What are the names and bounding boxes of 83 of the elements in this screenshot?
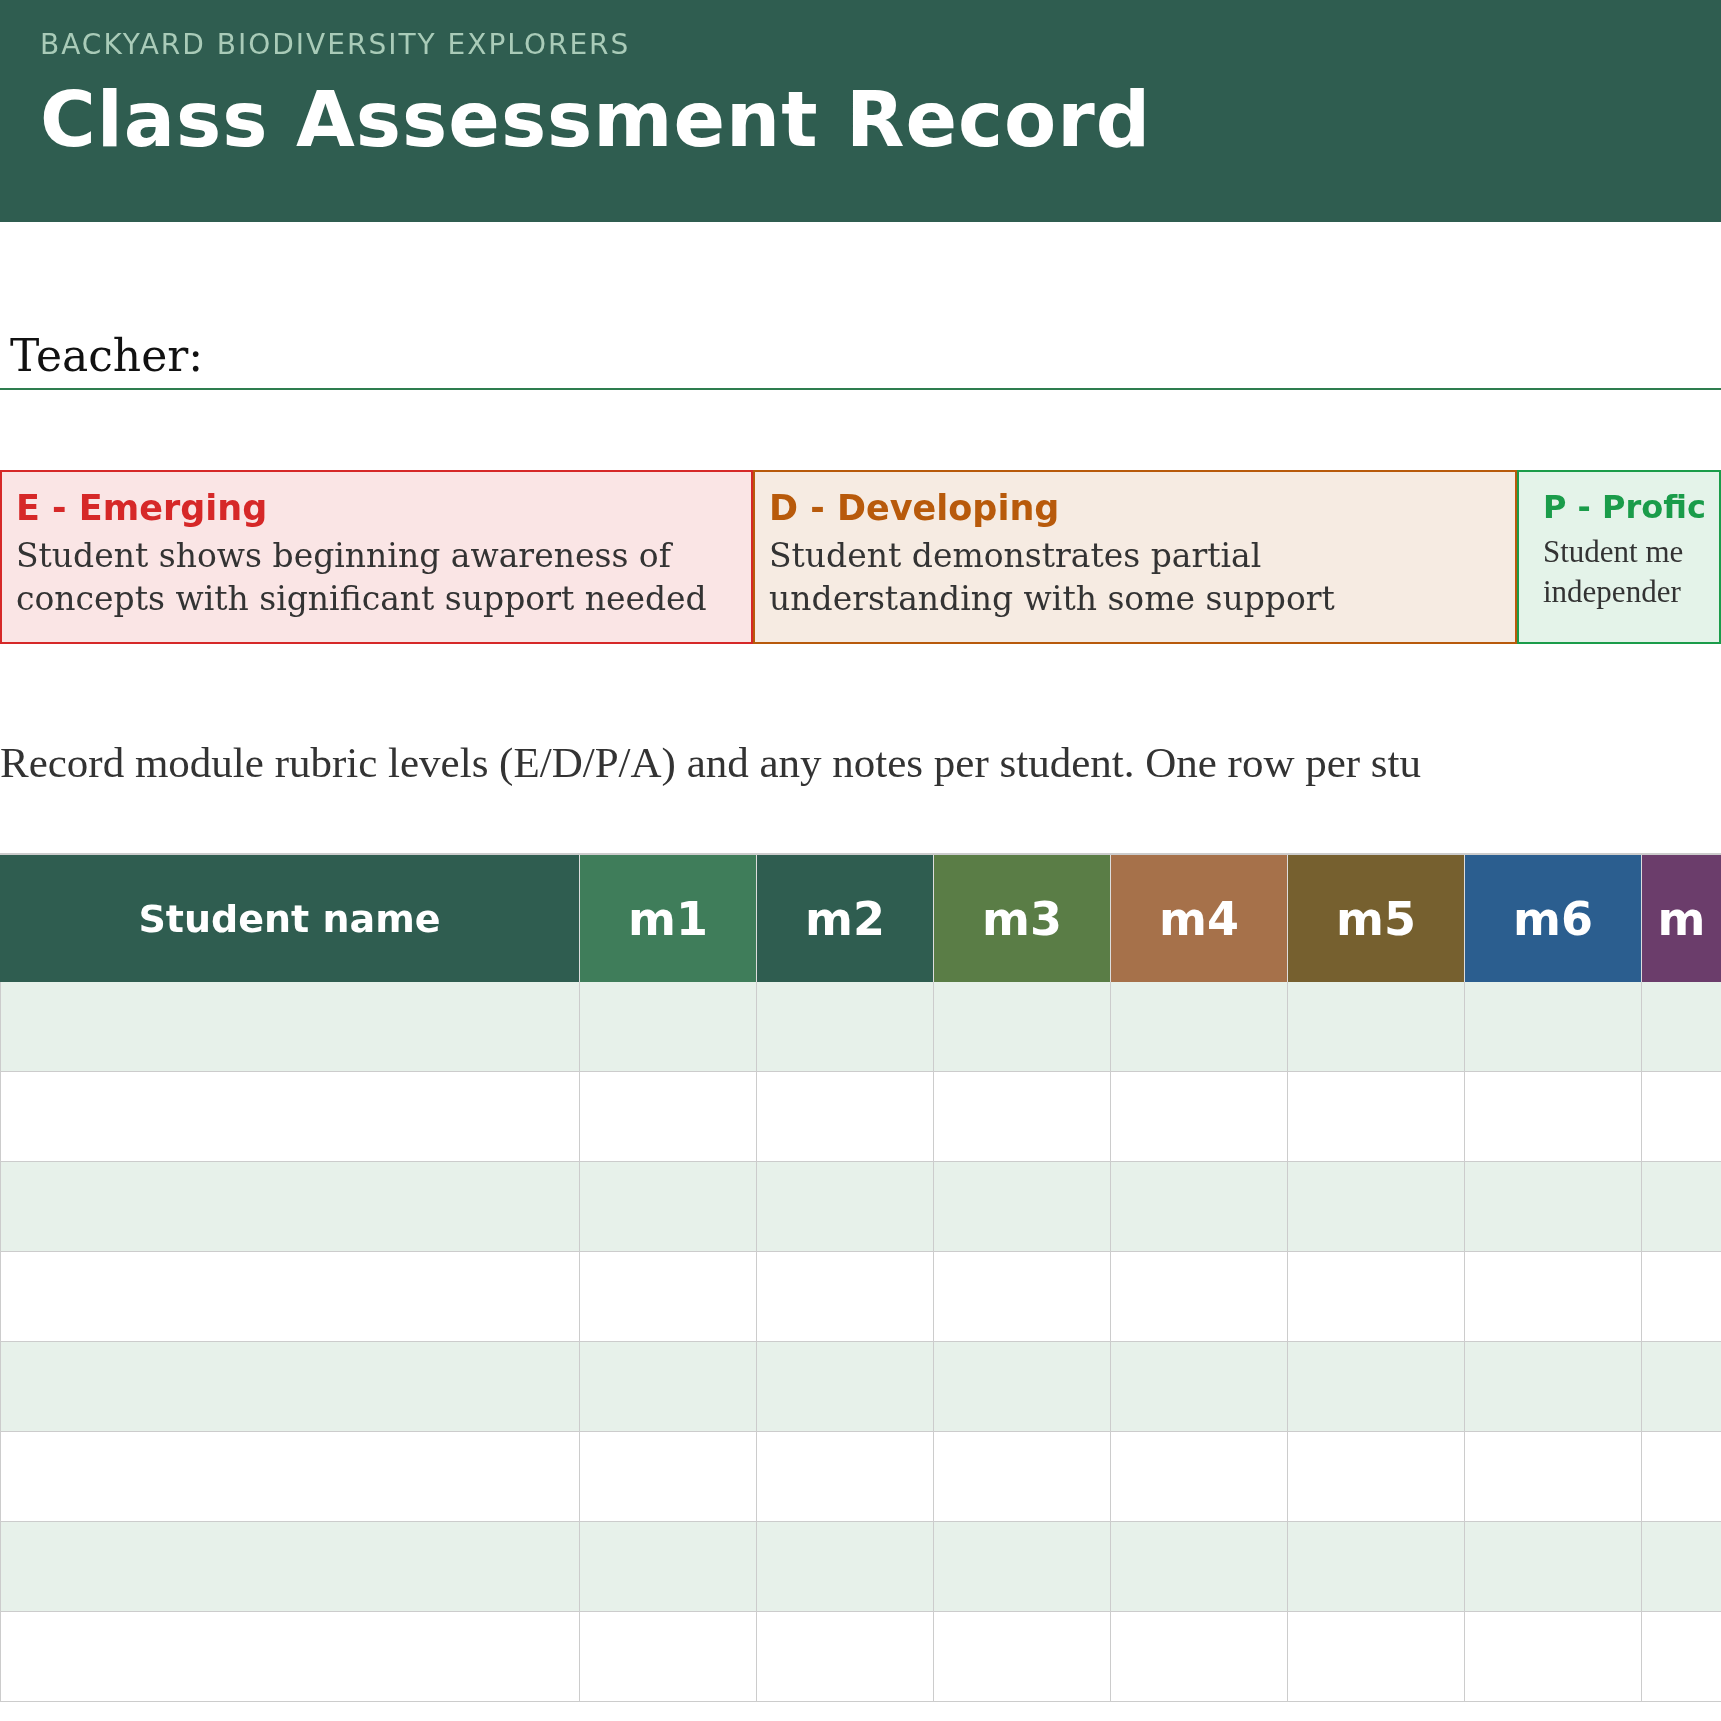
table-cell[interactable] bbox=[0, 1072, 579, 1162]
table-cell[interactable] bbox=[579, 1432, 756, 1522]
table-cell[interactable] bbox=[1641, 982, 1721, 1072]
column-header: Student name bbox=[0, 855, 579, 982]
subtitle: BACKYARD BIODIVERSITY EXPLORERS bbox=[40, 28, 632, 61]
column-header: m3 bbox=[933, 855, 1110, 982]
level-description: Student me independer bbox=[1543, 533, 1685, 611]
table-cell[interactable] bbox=[0, 1162, 579, 1252]
table-cell[interactable] bbox=[579, 1072, 756, 1162]
table-cell[interactable] bbox=[1287, 1072, 1464, 1162]
table-cell[interactable] bbox=[579, 1342, 756, 1432]
column-header: m4 bbox=[1110, 855, 1287, 982]
table-cell[interactable] bbox=[1641, 1342, 1721, 1432]
table-cell[interactable] bbox=[1110, 1252, 1287, 1342]
table-cell[interactable] bbox=[1464, 1432, 1641, 1522]
table-cell[interactable] bbox=[579, 1252, 756, 1342]
table-cell[interactable] bbox=[1464, 1162, 1641, 1252]
table-cell[interactable] bbox=[1464, 1072, 1641, 1162]
table-cell[interactable] bbox=[1110, 982, 1287, 1072]
table-cell[interactable] bbox=[756, 1162, 933, 1252]
table-cell[interactable] bbox=[1287, 1432, 1464, 1522]
table-cell[interactable] bbox=[579, 1522, 756, 1612]
table-cell[interactable] bbox=[1641, 1072, 1721, 1162]
level-title: E - Emerging bbox=[16, 488, 269, 528]
table-cell[interactable] bbox=[1287, 1162, 1464, 1252]
table-cell[interactable] bbox=[1641, 1252, 1721, 1342]
table-cell[interactable] bbox=[1110, 1522, 1287, 1612]
level-description: Student demonstrates partial understanding with some support bbox=[769, 535, 1336, 620]
table-cell[interactable] bbox=[579, 1162, 756, 1252]
table-cell[interactable] bbox=[1464, 1252, 1641, 1342]
table-cell[interactable] bbox=[933, 1162, 1110, 1252]
table-cell[interactable] bbox=[1110, 1162, 1287, 1252]
table-cell[interactable] bbox=[1287, 1252, 1464, 1342]
table-cell[interactable] bbox=[0, 1612, 579, 1702]
table-cell[interactable] bbox=[933, 1612, 1110, 1702]
table-cell[interactable] bbox=[1464, 1342, 1641, 1432]
level-title: D - Developing bbox=[769, 488, 1061, 528]
column-header: m6 bbox=[1464, 855, 1641, 982]
table-cell[interactable] bbox=[933, 1522, 1110, 1612]
table-cell[interactable] bbox=[1110, 1432, 1287, 1522]
column-header: m2 bbox=[756, 855, 933, 982]
fill-in-line[interactable] bbox=[0, 388, 1721, 390]
table-cell[interactable] bbox=[1641, 1162, 1721, 1252]
table-cell[interactable] bbox=[1287, 1342, 1464, 1432]
table-cell[interactable] bbox=[1110, 1612, 1287, 1702]
column-header: m bbox=[1641, 855, 1721, 982]
page-title: Class Assessment Record bbox=[40, 75, 1153, 164]
table-cell[interactable] bbox=[933, 1432, 1110, 1522]
table-cell[interactable] bbox=[756, 1252, 933, 1342]
level-title: P - Profic bbox=[1543, 488, 1707, 526]
table-cell[interactable] bbox=[756, 1072, 933, 1162]
column-header: m5 bbox=[1287, 855, 1464, 982]
table-cell[interactable] bbox=[1287, 1522, 1464, 1612]
table-cell[interactable] bbox=[0, 1342, 579, 1432]
table-cell[interactable] bbox=[933, 1252, 1110, 1342]
table-cell[interactable] bbox=[1287, 982, 1464, 1072]
table-cell[interactable] bbox=[1110, 1342, 1287, 1432]
table-cell[interactable] bbox=[0, 1432, 579, 1522]
table-cell[interactable] bbox=[756, 1432, 933, 1522]
table-cell[interactable] bbox=[933, 1072, 1110, 1162]
table-cell[interactable] bbox=[756, 1612, 933, 1702]
table-cell[interactable] bbox=[0, 1522, 579, 1612]
table-cell[interactable] bbox=[579, 1612, 756, 1702]
instructions-text: Record module rubric levels (E/D/P/A) and any notes per student. One row per stu bbox=[0, 738, 1423, 787]
table-cell[interactable] bbox=[756, 1522, 933, 1612]
table-cell[interactable] bbox=[1464, 982, 1641, 1072]
level-description: Student shows beginning awareness of concepts with significant support needed bbox=[16, 535, 708, 620]
table-cell[interactable] bbox=[756, 982, 933, 1072]
column-header: m1 bbox=[579, 855, 756, 982]
table-cell[interactable] bbox=[0, 982, 579, 1072]
table-cell[interactable] bbox=[1110, 1072, 1287, 1162]
table-cell[interactable] bbox=[1641, 1612, 1721, 1702]
table-cell[interactable] bbox=[933, 982, 1110, 1072]
table-cell[interactable] bbox=[1641, 1432, 1721, 1522]
teacher-label: Teacher: bbox=[10, 329, 204, 383]
table-cell[interactable] bbox=[756, 1342, 933, 1432]
table-cell[interactable] bbox=[1287, 1612, 1464, 1702]
table-cell[interactable] bbox=[1641, 1522, 1721, 1612]
table-cell[interactable] bbox=[1464, 1612, 1641, 1702]
table-cell[interactable] bbox=[0, 1252, 579, 1342]
table-cell[interactable] bbox=[933, 1342, 1110, 1432]
table-cell[interactable] bbox=[579, 982, 756, 1072]
table-cell[interactable] bbox=[1464, 1522, 1641, 1612]
